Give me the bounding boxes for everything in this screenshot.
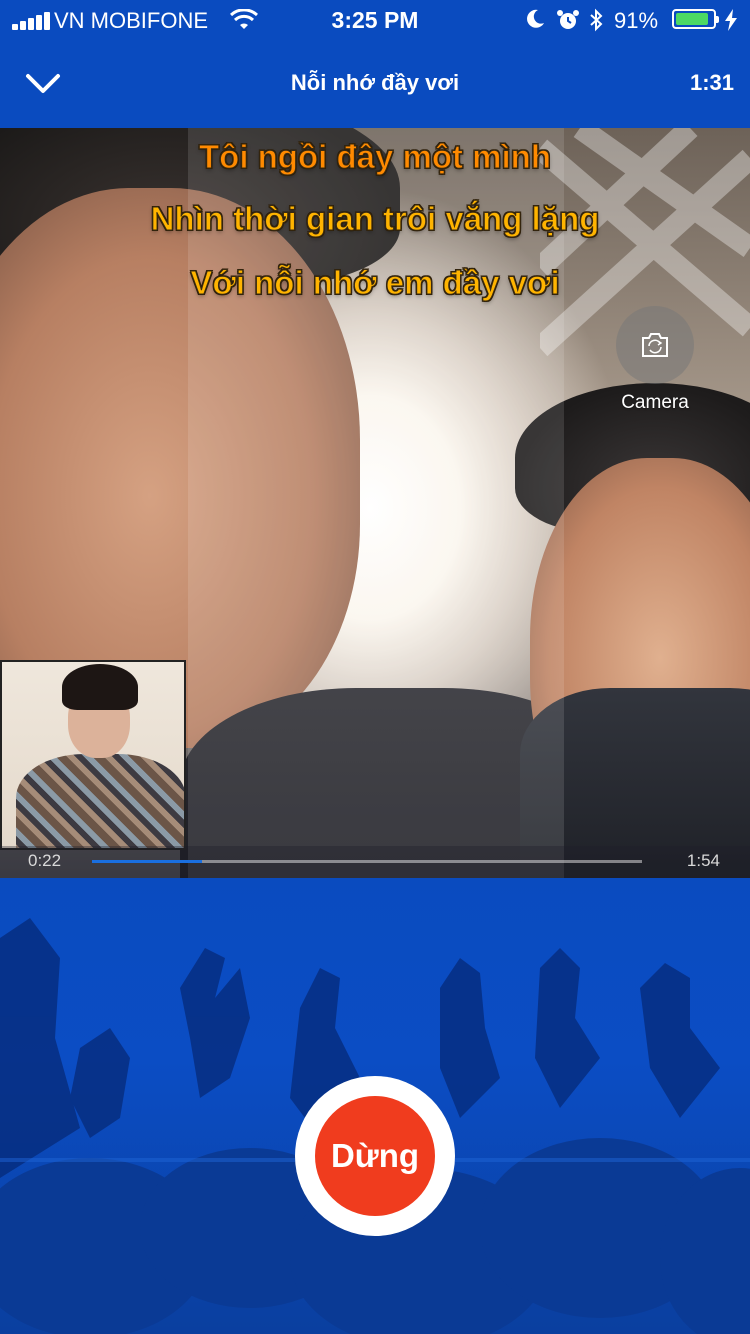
camera-label: Camera [621, 392, 689, 413]
battery-percent: 91% [614, 8, 659, 33]
current-time: 0:22 [28, 851, 62, 870]
progress-track[interactable] [92, 860, 642, 863]
nav-bar: Nỗi nhớ đầy vơi 1:31 [0, 40, 750, 128]
stop-button-label: Dừng [315, 1096, 435, 1216]
charging-icon [725, 9, 737, 31]
lyric-line-2: Nhìn thời gian trôi vắng lặng [150, 200, 600, 238]
stop-button[interactable]: Dừng [295, 1076, 455, 1236]
camera-flip-icon [642, 333, 668, 357]
status-bar: VN MOBIFONE 3:25 PM 91% [0, 0, 750, 40]
alarm-icon [557, 10, 579, 29]
moon-icon [527, 9, 544, 28]
total-time: 1:54 [686, 851, 720, 870]
top-bar: VN MOBIFONE 3:25 PM 91% Nỗi nhớ đầy vơi … [0, 0, 750, 128]
lyric-line-3: Với nỗi nhớ em đầy vơi [190, 264, 560, 302]
playback-progress: 0:22 1:54 [0, 846, 750, 878]
battery-icon [672, 9, 719, 29]
remaining-time: 1:31 [689, 70, 734, 95]
bluetooth-icon [590, 8, 603, 32]
lyric-line-1: Tôi ngồi đây một mình [199, 138, 552, 176]
singer-video-thumbnail[interactable] [0, 660, 186, 850]
lyric-highlight-band [188, 128, 564, 878]
song-title: Nỗi nhớ đầy vơi [290, 70, 460, 95]
camera-preview: Tôi ngồi đây một mình Nhìn thời gian trô… [0, 128, 750, 878]
camera-switch-button[interactable] [616, 306, 694, 384]
progress-fill [92, 860, 202, 863]
